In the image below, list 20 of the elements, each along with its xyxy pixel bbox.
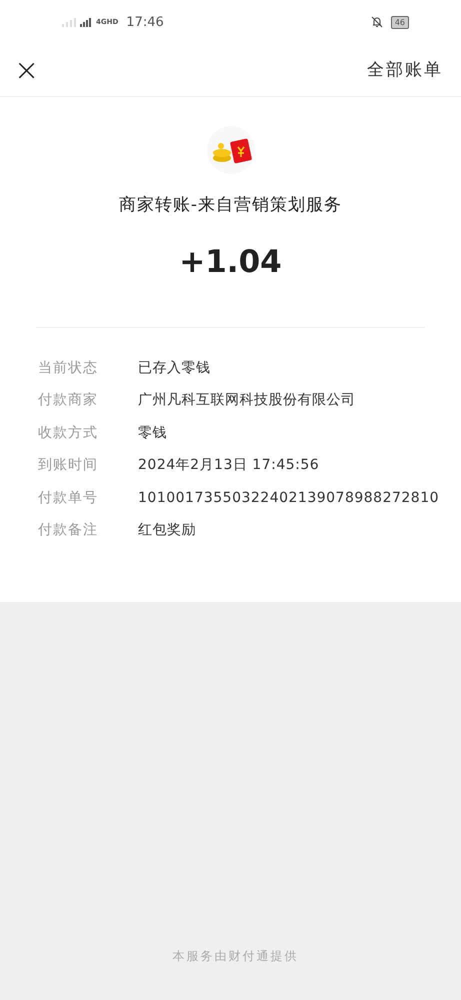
detail-value: 2024年2月13日 17:45:56 [138,456,320,476]
detail-label: 付款商家 [38,391,99,410]
detail-label: 到账时间 [38,456,99,476]
close-button[interactable]: × [12,56,42,86]
detail-label: 付款单号 [38,488,99,508]
detail-value: 10100173550322402139078988272810 [138,488,440,508]
detail-value: 零钱 [138,424,167,443]
detail-label: 当前状态 [38,358,99,378]
amount-text: +1.04 [178,242,283,282]
all-bills-link[interactable]: 全部账单 [367,58,443,84]
detail-value: 广州凡科互联网科技股份有限公司 [138,391,356,410]
transfer-title: 商家转账-来自营销策划服务 [118,194,344,217]
detail-label: 收款方式 [38,424,99,443]
footer-note: 本服务由财付通提供 [172,948,300,965]
detail-value: 已存入零钱 [138,358,210,378]
detail-value: 红包奖励 [138,521,196,540]
detail-label: 付款备注 [38,521,99,540]
envelope-coins-icon [206,125,256,175]
status-time: 17:46 [126,14,164,32]
battery-icon: 46 [390,16,409,29]
